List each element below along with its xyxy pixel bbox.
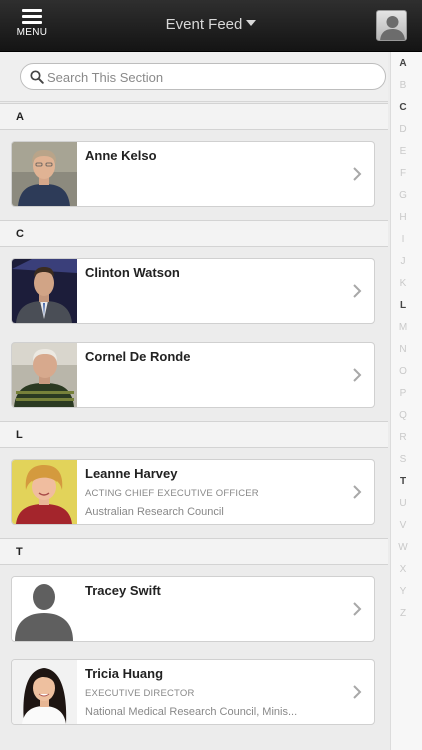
person-photo (12, 142, 77, 206)
alpha-index-letter-e[interactable]: E (391, 146, 415, 157)
person-name: Clinton Watson (85, 265, 180, 280)
person-card-tracey-swift[interactable]: Tracey Swift (11, 576, 375, 642)
search-icon (30, 70, 44, 84)
alpha-index-letter-j[interactable]: J (391, 256, 415, 267)
person-card-leanne-harvey[interactable]: Leanne Harvey ACTING CHIEF EXECUTIVE OFF… (11, 459, 375, 525)
alpha-index-letter-f[interactable]: F (391, 168, 415, 179)
chevron-right-icon (353, 368, 362, 382)
person-name: Tracey Swift (85, 583, 161, 598)
alpha-index-letter-d[interactable]: D (391, 124, 415, 135)
person-card-tricia-huang[interactable]: Tricia Huang EXECUTIVE DIRECTOR National… (11, 659, 375, 725)
person-name: Tricia Huang (85, 666, 164, 681)
alpha-index-letter-q[interactable]: Q (391, 410, 415, 421)
alpha-index-letter-r[interactable]: R (391, 432, 415, 443)
chevron-right-icon (353, 485, 362, 499)
alpha-index-letter-y[interactable]: Y (391, 586, 415, 597)
person-title: ACTING CHIEF EXECUTIVE OFFICER (85, 488, 259, 499)
alpha-index-letter-m[interactable]: M (391, 322, 415, 333)
section-header-t: T (0, 538, 388, 565)
alpha-index-letter-a[interactable]: A (391, 58, 415, 69)
user-avatar-icon (380, 16, 405, 40)
top-bar: MENU Event Feed (0, 0, 422, 52)
alpha-index-letter-h[interactable]: H (391, 212, 415, 223)
alphabet-index[interactable]: ABCDEFGHIJKLMNOPQRSTUVWXYZ (390, 52, 422, 750)
alpha-index-letter-v[interactable]: V (391, 520, 415, 531)
person-photo (12, 343, 77, 407)
chevron-right-icon (353, 167, 362, 181)
person-card-clinton-watson[interactable]: Clinton Watson (11, 258, 375, 324)
event-feed-dropdown[interactable]: Event Feed (0, 16, 422, 33)
placeholder-avatar-icon (12, 577, 77, 641)
alpha-index-letter-b[interactable]: B (391, 80, 415, 91)
alpha-index-letter-g[interactable]: G (391, 190, 415, 201)
person-organization: National Medical Research Council, Minis… (85, 706, 298, 718)
person-name: Leanne Harvey (85, 466, 178, 481)
section-header-l: L (0, 421, 388, 448)
section-header-c: C (0, 220, 388, 247)
search-bar (0, 52, 388, 102)
person-title: EXECUTIVE DIRECTOR (85, 688, 195, 699)
search-field[interactable] (20, 63, 386, 90)
person-photo (12, 660, 77, 724)
chevron-right-icon (353, 685, 362, 699)
chevron-right-icon (353, 602, 362, 616)
alpha-index-letter-z[interactable]: Z (391, 608, 415, 619)
alpha-index-letter-i[interactable]: I (391, 234, 415, 245)
person-photo (12, 259, 77, 323)
person-card-anne-kelso[interactable]: Anne Kelso (11, 141, 375, 207)
caret-down-icon (246, 20, 257, 26)
page-title: Event Feed (165, 16, 243, 33)
alpha-index-letter-x[interactable]: X (391, 564, 415, 575)
alpha-index-letter-t[interactable]: T (391, 476, 415, 487)
profile-button[interactable] (376, 10, 407, 41)
alpha-index-letter-n[interactable]: N (391, 344, 415, 355)
people-list: A Anne Kelso C (0, 52, 388, 750)
alpha-index-letter-o[interactable]: O (391, 366, 415, 377)
alpha-index-letter-w[interactable]: W (391, 542, 415, 553)
alpha-index-letter-l[interactable]: L (391, 300, 415, 311)
person-photo (12, 460, 77, 524)
alpha-index-letter-s[interactable]: S (391, 454, 415, 465)
alpha-index-letter-u[interactable]: U (391, 498, 415, 509)
alpha-index-letter-k[interactable]: K (391, 278, 415, 289)
alpha-index-letter-c[interactable]: C (391, 102, 415, 113)
person-organization: Australian Research Council (85, 506, 224, 518)
chevron-right-icon (353, 284, 362, 298)
person-name: Cornel De Ronde (85, 349, 191, 364)
search-input[interactable] (47, 67, 367, 87)
alpha-index-letter-p[interactable]: P (391, 388, 415, 399)
section-header-a: A (0, 103, 388, 130)
person-card-cornel-de-ronde[interactable]: Cornel De Ronde (11, 342, 375, 408)
person-name: Anne Kelso (85, 148, 157, 163)
